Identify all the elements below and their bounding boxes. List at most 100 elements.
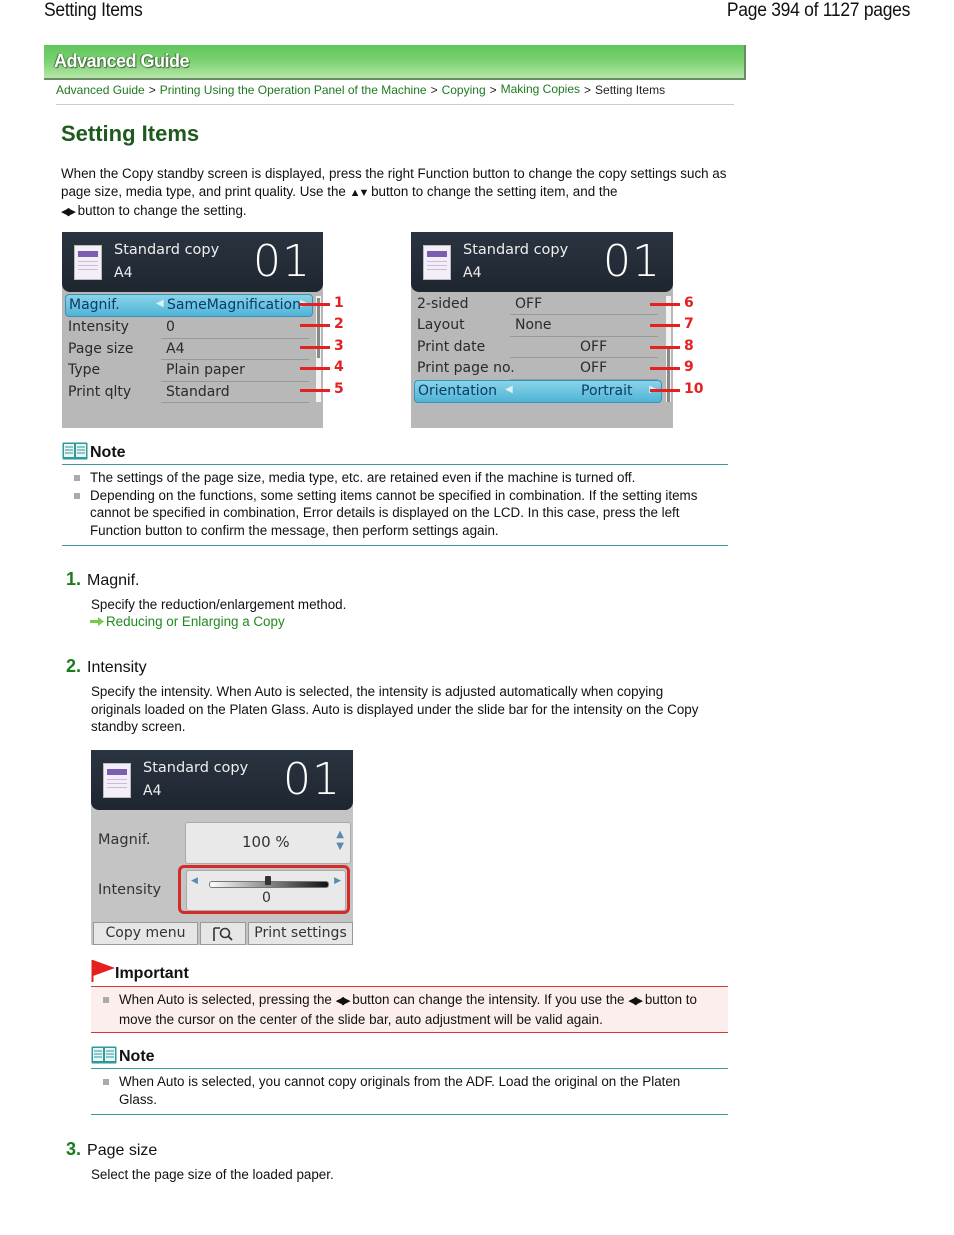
- callout-number: 4: [334, 359, 344, 376]
- step-1-description: Specify the reduction/enlargement method…: [91, 597, 347, 612]
- print-settings-button[interactable]: Print settings: [248, 922, 353, 945]
- step-3-description: Select the page size of the loaded paper…: [91, 1167, 334, 1182]
- note-rule: [91, 1068, 728, 1069]
- document-icon: [103, 763, 131, 798]
- lcd-screen-settings-2: Standard copy A4 01 2-sided OFF Layout None…: [411, 232, 673, 428]
- magnify-preview-icon: [213, 927, 233, 941]
- right-arrow-icon: ▶: [334, 876, 341, 886]
- setting-label: Page size: [68, 340, 134, 357]
- callout-line: [300, 345, 330, 349]
- setting-value: SameMagnification: [167, 297, 301, 313]
- red-flag-icon: [91, 960, 115, 982]
- callout-line: [650, 367, 680, 371]
- callout-line: [300, 303, 330, 306]
- setting-label: Print page no.: [417, 360, 515, 377]
- lcd-setting-row: Page size A4: [65, 339, 313, 361]
- breadcrumb-printing-operation-panel[interactable]: Printing Using the Operation Panel of th…: [160, 83, 427, 97]
- lcd-screen-intensity: Standard copy A4 01 Magnif. 100 % ▲ ▼ Int…: [91, 750, 353, 945]
- setting-value: OFF: [515, 296, 543, 312]
- book-icon: [91, 1046, 117, 1064]
- list-item: When Auto is selected, you cannot copy o…: [91, 1073, 721, 1108]
- book-icon: [62, 442, 88, 460]
- copy-count: 01: [283, 754, 341, 805]
- lcd-setting-row: Magnif.SameMagnification◀▶: [65, 294, 313, 318]
- setting-label: Type: [68, 362, 101, 379]
- lcd-setting-row: OrientationPortrait◀▶: [414, 379, 662, 403]
- step-3-heading: 3. Page size: [66, 1139, 158, 1159]
- magnif-label: Magnif.: [98, 832, 151, 848]
- lcd-setting-row: Print date OFF: [414, 337, 662, 359]
- left-right-button-icon: ◀▶: [628, 995, 643, 1007]
- advanced-guide-banner: Advanced Guide: [44, 45, 746, 80]
- setting-label: Orientation: [418, 382, 498, 399]
- setting-value: OFF: [580, 338, 608, 355]
- copy-menu-button[interactable]: Copy menu: [93, 922, 198, 945]
- list-item: When Auto is selected, pressing the ◀▶ b…: [91, 991, 721, 1028]
- note-heading: Note: [62, 442, 126, 462]
- breadcrumb-making-copies[interactable]: Making Copies: [501, 82, 580, 96]
- breadcrumb-advanced-guide[interactable]: Advanced Guide: [56, 83, 145, 97]
- step-2-heading: 2. Intensity: [66, 656, 147, 676]
- slider-thumb[interactable]: [265, 876, 271, 885]
- magnif-field: 100 % ▲ ▼: [185, 822, 351, 864]
- note-list: The settings of the page size, media typ…: [62, 469, 722, 539]
- setting-label: 2-sided: [417, 296, 469, 312]
- intensity-slider[interactable]: ◀ ▶ 0: [186, 870, 346, 911]
- callout-number: 1: [334, 295, 344, 311]
- document-icon: [423, 245, 451, 280]
- breadcrumb-copying[interactable]: Copying: [442, 83, 486, 97]
- setting-value: 0: [166, 319, 175, 336]
- reducing-enlarging-link[interactable]: Reducing or Enlarging a Copy: [90, 614, 285, 629]
- note-rule: [62, 464, 728, 465]
- setting-value: A4: [166, 340, 185, 357]
- left-arrow-icon: ◀: [191, 876, 198, 886]
- callout-line: [300, 367, 330, 371]
- callout-line: [300, 388, 330, 392]
- breadcrumb-divider: [56, 104, 734, 105]
- arrow-right-icon: [90, 617, 104, 626]
- callout-number: 8: [684, 337, 694, 354]
- copy-count: 01: [603, 236, 661, 287]
- note-rule: [62, 545, 728, 546]
- breadcrumb-current: Setting Items: [595, 83, 666, 97]
- scrollbar: [316, 296, 321, 402]
- lcd-header: Standard copy A4 01: [411, 232, 673, 292]
- important-box: When Auto is selected, pressing the ◀▶ b…: [91, 986, 728, 1033]
- callout-number: 2: [334, 316, 344, 333]
- callout-number: 7: [684, 316, 694, 333]
- note-heading: Note: [91, 1046, 155, 1066]
- left-arrow-icon: ◀: [156, 298, 164, 309]
- callout-number: 10: [684, 380, 704, 397]
- lcd-setting-row: Print qlty Standard: [65, 382, 313, 403]
- setting-label: Print qlty: [68, 383, 132, 400]
- page-title: Setting Items: [61, 121, 200, 146]
- lcd-setting-row: Print page no. OFF: [414, 358, 662, 380]
- left-right-button-icon: ◀▶: [335, 995, 351, 1007]
- lcd-header: Standard copy A4 01: [91, 750, 353, 810]
- up-down-button-icon: ▲▼: [349, 186, 370, 199]
- callout-number: 3: [334, 337, 344, 354]
- copy-count: 01: [253, 236, 311, 287]
- setting-value: None: [515, 317, 552, 334]
- step-2-description: Specify the intensity. When Auto is sele…: [91, 684, 699, 735]
- setting-value: Plain paper: [166, 362, 245, 379]
- setting-label: Print date: [417, 338, 486, 355]
- page-header-title: Setting Items: [44, 0, 143, 21]
- callout-line: [650, 345, 680, 349]
- lcd-screen-settings-1: Standard copy A4 01 Magnif. SameMagnifica…: [62, 232, 323, 428]
- note-list: When Auto is selected, you cannot copy o…: [91, 1073, 721, 1108]
- callout-line: [650, 388, 680, 392]
- note-rule: [91, 1114, 728, 1115]
- lcd-setting-row: Intensity 0: [65, 317, 313, 339]
- setting-label: Intensity: [68, 319, 129, 336]
- setting-value: Standard: [166, 383, 230, 400]
- row-divider: [161, 401, 309, 403]
- intensity-label: Intensity: [98, 882, 162, 898]
- setting-label: Magnif.: [69, 297, 120, 313]
- preview-button[interactable]: [200, 922, 246, 945]
- scrollbar: [666, 296, 671, 402]
- callout-line: [300, 324, 330, 328]
- callout-number: 9: [684, 359, 694, 376]
- lcd-setting-row: Type Plain paper: [65, 360, 313, 382]
- callout-number: 5: [334, 380, 344, 397]
